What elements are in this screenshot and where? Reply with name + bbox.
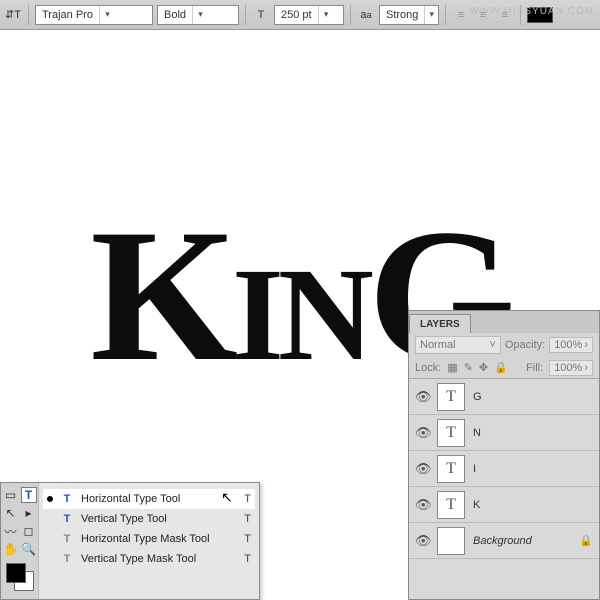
layer-thumbnail[interactable]: T [437, 491, 465, 519]
menu-item-label: Horizontal Type Tool [81, 493, 238, 505]
font-style-select[interactable]: Bold ▾ [157, 5, 239, 25]
lasso-tool-icon[interactable]: 〰 [3, 523, 19, 539]
lock-paint-icon[interactable]: ✎ [464, 361, 473, 374]
chevron-down-icon[interactable]: ▾ [99, 6, 115, 24]
menu-item-shortcut: T [244, 553, 251, 565]
separator [350, 5, 351, 25]
type-tool-flyout: ▭T ↖▸ 〰◻ ✋🔍 ↖ THorizontal Type ToolTTVer… [0, 482, 260, 600]
blend-mode-select[interactable]: Normal ˅ [415, 336, 501, 354]
layer-name[interactable]: I [473, 463, 593, 475]
fill-value: 100% [554, 362, 582, 374]
zoom-tool-icon[interactable]: 🔍 [21, 541, 37, 557]
watermark: WWW.MISSYUAN.COM [469, 6, 594, 17]
layer-name[interactable]: K [473, 499, 593, 511]
font-size-select[interactable]: 250 pt ▾ [274, 5, 344, 25]
fill-label: Fill: [526, 362, 543, 374]
type-menu-item[interactable]: T Horizontal Type Mask Tool T [43, 529, 255, 549]
move-tool-icon[interactable]: ↖ [3, 505, 19, 521]
font-family-value: Trajan Pro [36, 9, 99, 21]
orientation-icon[interactable]: ⇵T [4, 6, 22, 24]
selected-dot-icon [47, 496, 53, 502]
layer-name[interactable]: G [473, 391, 593, 403]
lock-all-icon[interactable]: 🔒 [494, 361, 508, 374]
antialias-value: Strong [380, 9, 424, 21]
type-icon: T [59, 513, 75, 525]
tab-layers[interactable]: LAYERS [409, 314, 471, 333]
marquee-tool-icon[interactable]: ▭ [3, 487, 19, 503]
menu-item-shortcut: T [244, 533, 251, 545]
shape-tool-icon[interactable]: ◻ [21, 523, 37, 539]
type-icon: T [59, 493, 75, 505]
layer-thumbnail[interactable] [437, 527, 465, 555]
layers-panel: LAYERS Normal ˅ Opacity: 100%› Lock: ▦ ✎… [408, 310, 600, 600]
separator [245, 5, 246, 25]
menu-item-shortcut: T [244, 493, 251, 505]
type-icon: T [59, 533, 75, 545]
layer-name[interactable]: Background [473, 535, 571, 547]
visibility-eye-icon[interactable]: 👁 [415, 497, 429, 513]
visibility-eye-icon[interactable]: 👁 [415, 533, 429, 549]
type-tool-icon[interactable]: T [21, 487, 37, 503]
font-family-select[interactable]: Trajan Pro ▾ [35, 5, 153, 25]
panel-tabs: LAYERS [409, 311, 599, 333]
antialias-icon: aa [357, 6, 375, 24]
fill-field[interactable]: 100%› [549, 360, 593, 376]
menu-item-label: Horizontal Type Mask Tool [81, 533, 238, 545]
layer-row[interactable]: 👁 TK [409, 487, 599, 523]
fg-bg-swatch[interactable] [6, 563, 34, 591]
layer-list: 👁TG👁TN👁TI👁TK👁Background🔒 [409, 379, 599, 599]
layer-row[interactable]: 👁 TI [409, 451, 599, 487]
lock-icon: 🔒 [579, 534, 593, 547]
separator [445, 5, 446, 25]
layer-row[interactable]: 👁 TN [409, 415, 599, 451]
lock-move-icon[interactable]: ✥ [479, 361, 488, 374]
font-style-value: Bold [158, 9, 192, 21]
chevron-right-icon: › [584, 362, 588, 374]
type-menu-item[interactable]: T Vertical Type Mask Tool T [43, 549, 255, 569]
layer-name[interactable]: N [473, 427, 593, 439]
lock-label: Lock: [415, 362, 441, 374]
visibility-eye-icon[interactable]: 👁 [415, 425, 429, 441]
menu-item-shortcut: T [244, 513, 251, 525]
font-size-icon: T [252, 6, 270, 24]
chevron-right-icon: › [584, 339, 588, 351]
visibility-eye-icon[interactable]: 👁 [415, 389, 429, 405]
tool-column: ▭T ↖▸ 〰◻ ✋🔍 [1, 483, 39, 599]
chevron-down-icon[interactable]: ▾ [318, 6, 334, 24]
layer-row[interactable]: 👁 Background 🔒 [409, 523, 599, 559]
layer-row[interactable]: 👁 TG [409, 379, 599, 415]
font-size-value: 250 pt [275, 9, 318, 21]
visibility-eye-icon[interactable]: 👁 [415, 461, 429, 477]
opacity-label: Opacity: [505, 339, 545, 351]
layer-thumbnail[interactable]: T [437, 455, 465, 483]
lock-transparent-icon[interactable]: ▦ [447, 361, 457, 374]
chevron-down-icon[interactable]: ▾ [424, 6, 438, 24]
antialias-select[interactable]: Strong ▾ [379, 5, 439, 25]
layer-thumbnail[interactable]: T [437, 383, 465, 411]
chevron-down-icon[interactable]: ▾ [192, 6, 208, 24]
type-tool-menu: ↖ THorizontal Type ToolTTVertical Type T… [39, 483, 259, 599]
separator [28, 5, 29, 25]
hand-tool-icon[interactable]: ✋ [3, 541, 19, 557]
menu-item-label: Vertical Type Tool [81, 513, 238, 525]
chevron-down-icon: ˅ [489, 339, 495, 351]
type-icon: T [59, 553, 75, 565]
opacity-value: 100% [554, 339, 582, 351]
menu-item-label: Vertical Type Mask Tool [81, 553, 238, 565]
align-left-icon[interactable]: ≡ [452, 6, 470, 24]
type-menu-item[interactable]: T Horizontal Type Tool T [43, 489, 255, 509]
path-select-icon[interactable]: ▸ [21, 505, 37, 521]
type-menu-item[interactable]: T Vertical Type Tool T [43, 509, 255, 529]
layer-thumbnail[interactable]: T [437, 419, 465, 447]
opacity-field[interactable]: 100%› [549, 337, 593, 353]
blend-mode-value: Normal [420, 339, 455, 351]
